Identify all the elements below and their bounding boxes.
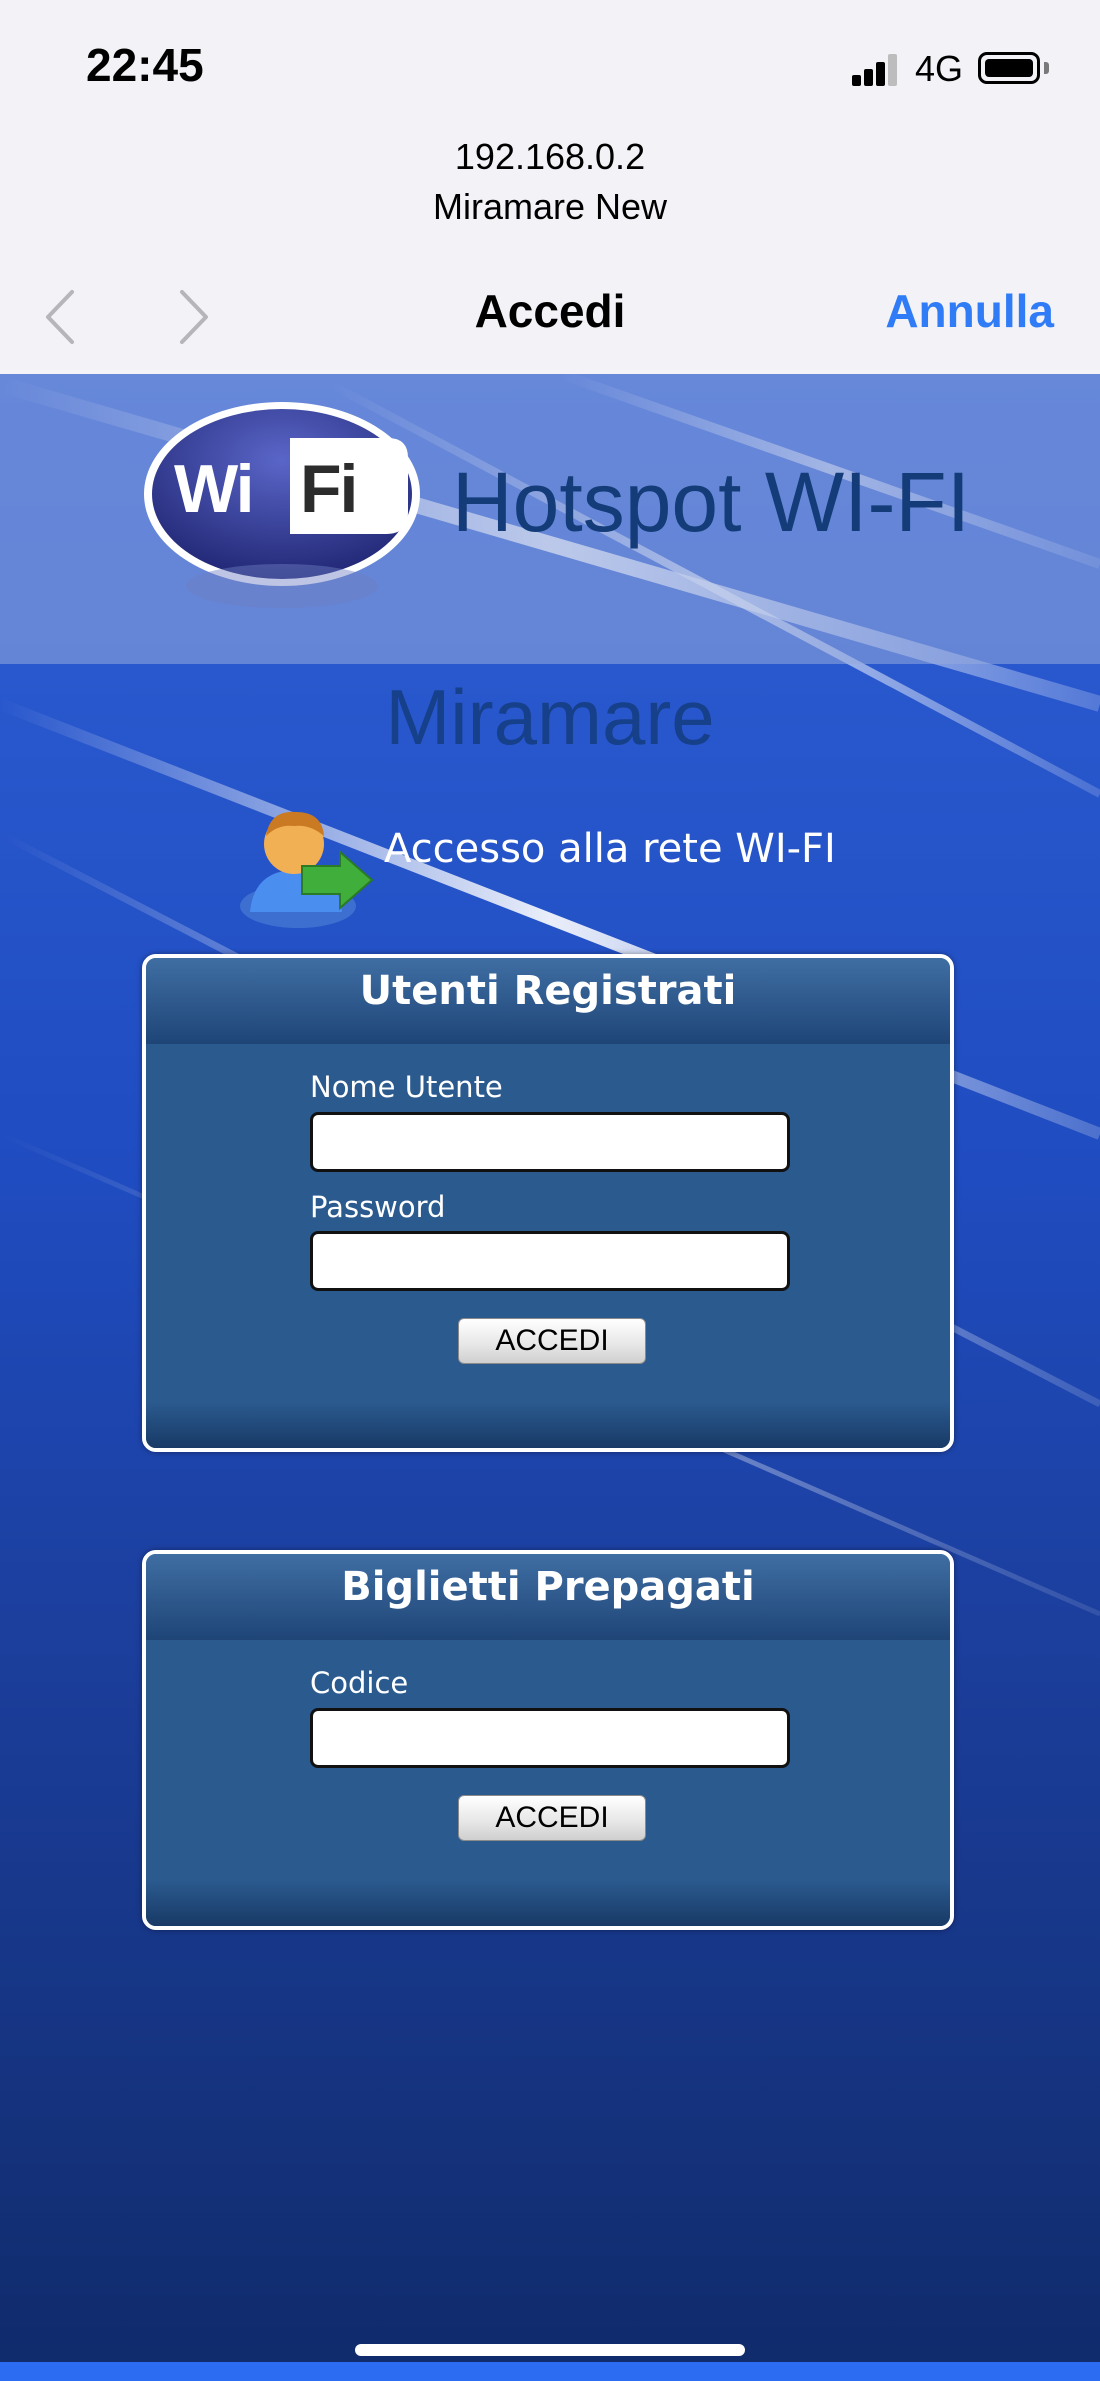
user-login-icon [236,800,376,928]
panel-header: Utenti Registrati [146,958,950,1044]
code-label: Codice [310,1666,409,1700]
home-indicator[interactable] [355,2344,745,2356]
bottom-toolbar-strip [0,2362,1100,2381]
battery-tip [1044,62,1049,74]
code-input[interactable] [310,1708,790,1768]
page-url: 192.168.0.2 [454,136,646,177]
status-bar: 22:45 4G [0,0,1100,140]
password-input[interactable] [310,1231,790,1291]
prepaid-tickets-panel: Biglietti Prepagati Codice ACCEDI [142,1550,954,1930]
username-input[interactable] [310,1112,790,1172]
login-submit-button[interactable]: ACCEDI [458,1318,646,1364]
hotspot-portal-page: Wi Fi Hotspot WI-FI Miramare Accesso all… [0,374,1100,2381]
location-name: Miramare [385,673,715,761]
panel-footer [146,1880,950,1926]
code-submit-button[interactable]: ACCEDI [458,1795,646,1841]
wifi-logo: Wi Fi [140,394,430,624]
prepaid-tickets-title: Biglietti Prepagati [341,1564,755,1610]
wifi-logo-text-fi: Fi [300,451,358,527]
username-label: Nome Utente [310,1070,503,1104]
wifi-logo-text-wi: Wi [174,451,254,527]
status-time: 22:45 [86,39,204,91]
site-name: Miramare New [432,186,668,227]
network-type: 4G [915,48,964,89]
cancel-button[interactable]: Annulla [885,284,1054,338]
captive-portal-nav-bar: Accedi Annulla [0,270,1100,375]
hotspot-title: Hotspot WI-FI [452,455,971,549]
battery-icon [978,52,1040,84]
access-network-text: Accesso alla rete WI-FI [384,826,836,872]
registered-users-panel: Utenti Registrati Nome Utente Password A… [142,954,954,1452]
signal-icon [852,54,898,86]
panel-footer [146,1402,950,1448]
registered-users-title: Utenti Registrati [359,968,737,1014]
panel-header: Biglietti Prepagati [146,1554,950,1640]
password-label: Password [310,1190,446,1224]
